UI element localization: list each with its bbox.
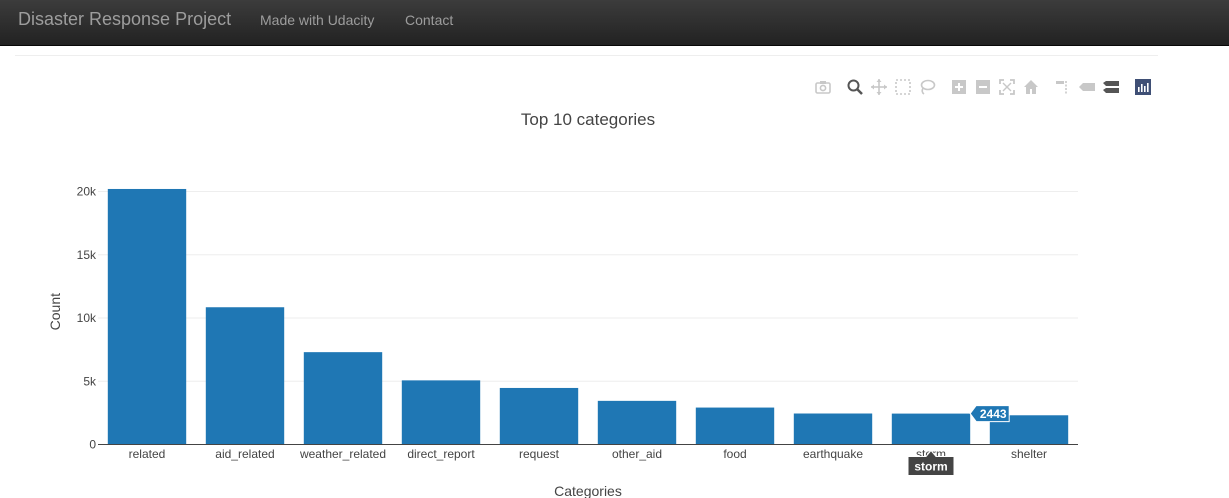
hover-category-label: storm [914, 460, 947, 474]
lasso-select-icon[interactable] [918, 78, 936, 96]
y-tick-label: 5k [83, 374, 97, 388]
zoom-icon[interactable] [846, 78, 864, 96]
navbar-brand[interactable]: Disaster Response Project [18, 9, 231, 30]
chart-modebar [814, 78, 1154, 96]
chart-title: Top 10 categories [521, 110, 655, 129]
x-tick-label: request [519, 447, 560, 461]
zoom-in-icon[interactable] [950, 78, 968, 96]
navbar: Disaster Response Project Made with Udac… [0, 0, 1229, 46]
bar-chart: Top 10 categories 0 5k 10k 15k 20k related aid_… [47, 110, 1078, 498]
autoscale-icon[interactable] [998, 78, 1016, 96]
x-tick-label: other_aid [612, 447, 662, 461]
box-select-icon[interactable] [894, 78, 912, 96]
plotly-logo-icon[interactable] [1134, 78, 1152, 96]
x-tick-label: weather_related [299, 447, 386, 461]
bar-other_aid[interactable] [597, 400, 677, 445]
zoom-out-icon[interactable] [974, 78, 992, 96]
bar-direct_report[interactable] [401, 380, 481, 445]
x-tick-label: direct_report [407, 447, 475, 461]
y-tick-label: 0 [89, 438, 96, 452]
spike-lines-icon[interactable] [1054, 78, 1072, 96]
x-tick-label: related [129, 447, 166, 461]
divider [15, 55, 1158, 56]
bar-aid_related[interactable] [205, 307, 285, 445]
hover-value-label: 2443 [980, 407, 1007, 421]
y-tick-label: 10k [77, 311, 97, 325]
x-tick-label: shelter [1011, 447, 1047, 461]
bar-earthquake[interactable] [793, 413, 873, 445]
hover-compare-icon[interactable] [1102, 78, 1120, 96]
bar-weather_related[interactable] [303, 352, 383, 445]
nav-link-contact[interactable]: Contact [405, 12, 453, 28]
x-tick-label: food [723, 447, 746, 461]
bar-request[interactable] [499, 387, 579, 445]
bar-related[interactable] [107, 188, 187, 445]
x-axis-title: Categories [554, 483, 622, 498]
camera-icon[interactable] [814, 78, 832, 96]
bar-storm[interactable] [891, 413, 971, 445]
pan-icon[interactable] [870, 78, 888, 96]
y-axis-title: Count [47, 293, 63, 330]
reset-axes-icon[interactable] [1022, 78, 1040, 96]
nav-link-udacity[interactable]: Made with Udacity [260, 12, 374, 28]
hover-closest-icon[interactable] [1078, 78, 1096, 96]
y-tick-label: 20k [77, 185, 97, 199]
bar-food[interactable] [695, 407, 775, 445]
x-tick-label: aid_related [215, 447, 274, 461]
y-tick-label: 15k [77, 248, 97, 262]
x-tick-label: earthquake [803, 447, 863, 461]
